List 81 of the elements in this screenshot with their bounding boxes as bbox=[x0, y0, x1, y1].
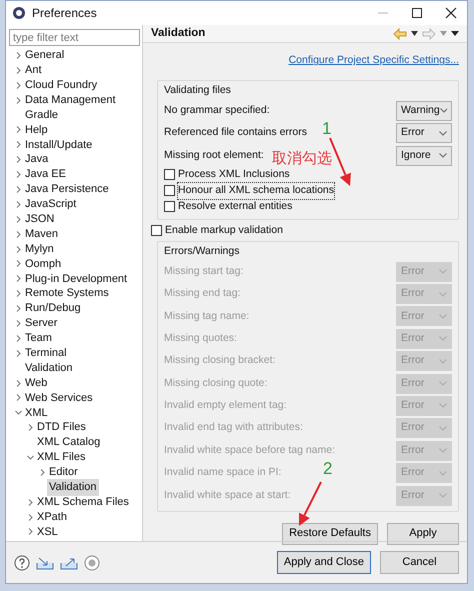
field-label: Missing tag name: bbox=[164, 308, 250, 324]
tree-item[interactable]: Team bbox=[23, 330, 54, 347]
field-label: Invalid white space before tag name: bbox=[164, 442, 336, 458]
restore-defaults-button[interactable]: Restore Defaults bbox=[282, 522, 378, 545]
annotation-label: 2 bbox=[323, 458, 332, 480]
annotation-label: 1 bbox=[322, 118, 332, 140]
dropdown[interactable]: Ignore bbox=[396, 146, 452, 166]
tree-item[interactable]: Java bbox=[23, 151, 50, 168]
tree-item[interactable]: Web Services bbox=[23, 390, 95, 406]
tree-item[interactable]: XPath bbox=[35, 508, 69, 526]
tree-item[interactable]: XML Catalog bbox=[35, 434, 102, 451]
field-label: Missing closing bracket: bbox=[164, 353, 276, 368]
tree-item[interactable]: XML Schema Files bbox=[35, 494, 131, 510]
caret-icon[interactable] bbox=[411, 31, 418, 36]
field-label: No grammar specified: bbox=[164, 103, 270, 118]
field-label: Referenced file contains errors bbox=[164, 125, 307, 140]
field-label: Invalid white space at start: bbox=[164, 488, 291, 503]
tree-item[interactable]: Help bbox=[23, 122, 50, 138]
tree-item[interactable]: XSL bbox=[35, 524, 60, 540]
tree-item[interactable]: Server bbox=[23, 315, 60, 332]
dropdown[interactable]: Error bbox=[396, 123, 452, 144]
configure-link[interactable]: Configure Project Specific Settings... bbox=[288, 53, 459, 69]
group-title: Errors/Warnings bbox=[164, 244, 240, 259]
tree-item[interactable]: Validation bbox=[47, 479, 98, 496]
app-icon bbox=[12, 6, 26, 20]
checkbox[interactable] bbox=[164, 185, 175, 196]
field-label: Invalid empty element tag: bbox=[164, 398, 287, 414]
tree-item[interactable]: JSON bbox=[23, 211, 56, 228]
tree-item[interactable]: Web bbox=[23, 374, 50, 392]
tree-item[interactable]: JavaScript bbox=[23, 196, 78, 213]
tree-item[interactable]: Validation bbox=[23, 360, 74, 376]
tree-item[interactable]: XML bbox=[23, 404, 50, 422]
field-label: Missing quotes: bbox=[164, 330, 237, 346]
tree-item[interactable]: Install/Update bbox=[23, 136, 94, 154]
field-label: Missing closing quote: bbox=[164, 376, 268, 391]
checkbox-label[interactable]: Resolve external entities bbox=[178, 199, 292, 215]
field-label: Missing start tag: bbox=[164, 264, 244, 279]
checkbox-label[interactable]: Process XML Inclusions bbox=[178, 167, 290, 183]
tree-item[interactable]: DTD Files bbox=[35, 419, 88, 436]
tree-item[interactable]: Gradle bbox=[23, 106, 60, 124]
field-label: Invalid end tag with attributes: bbox=[164, 420, 303, 436]
filter-field[interactable]: type filter text bbox=[9, 29, 140, 46]
record-icon[interactable] bbox=[84, 554, 100, 570]
checkbox[interactable] bbox=[164, 201, 175, 212]
tree-item[interactable]: Java EE bbox=[23, 166, 68, 183]
apply-and-close-button[interactable]: Apply and Close bbox=[276, 551, 371, 574]
annotation-arrow bbox=[299, 482, 322, 526]
cancel-button[interactable]: Cancel bbox=[380, 551, 459, 574]
tree-item[interactable]: XML Files bbox=[35, 449, 88, 466]
tree-item[interactable]: Mylyn bbox=[23, 240, 56, 258]
maximize-icon[interactable] bbox=[411, 7, 423, 19]
checkbox-label[interactable]: Enable markup validation bbox=[165, 222, 283, 239]
tree-item[interactable]: Cloud Foundry bbox=[23, 76, 100, 94]
tree-item[interactable]: Remote Systems bbox=[23, 285, 111, 302]
window-title: Preferences bbox=[32, 5, 97, 22]
tree-item[interactable]: Editor bbox=[47, 464, 80, 481]
checkbox[interactable] bbox=[164, 169, 175, 180]
tree-item[interactable]: Oomph bbox=[23, 256, 64, 272]
tree-item[interactable]: Plug-in Development bbox=[23, 270, 130, 288]
menu-caret-icon[interactable] bbox=[451, 31, 459, 36]
close-icon[interactable] bbox=[445, 7, 457, 19]
field-label: Invalid name space in PI: bbox=[164, 465, 282, 480]
tree-item[interactable]: Java Persistence bbox=[23, 181, 111, 198]
tree-item[interactable]: Run/Debug bbox=[23, 300, 83, 317]
page-title: Validation bbox=[151, 26, 206, 41]
export-icon[interactable] bbox=[60, 556, 78, 570]
import-icon[interactable] bbox=[36, 556, 54, 570]
help-icon[interactable] bbox=[14, 554, 30, 570]
dropdown[interactable]: Warning bbox=[396, 100, 452, 121]
field-label: Missing root element: bbox=[164, 148, 264, 163]
tree-item[interactable]: Maven bbox=[23, 226, 60, 242]
annotation-label: 取消勾选 bbox=[272, 149, 332, 169]
tree-item[interactable]: Ant bbox=[23, 62, 44, 79]
tree-item[interactable]: Data Management bbox=[23, 92, 118, 108]
group-title: Validating files bbox=[164, 83, 232, 98]
apply-button[interactable]: Apply bbox=[387, 522, 459, 545]
checkbox[interactable] bbox=[151, 225, 162, 236]
tree-item[interactable]: Terminal bbox=[23, 345, 69, 362]
field-label: Missing end tag: bbox=[164, 286, 240, 302]
checkbox-label[interactable]: Honour all XML schema locations bbox=[178, 183, 334, 199]
tree-item[interactable]: General bbox=[23, 47, 66, 64]
